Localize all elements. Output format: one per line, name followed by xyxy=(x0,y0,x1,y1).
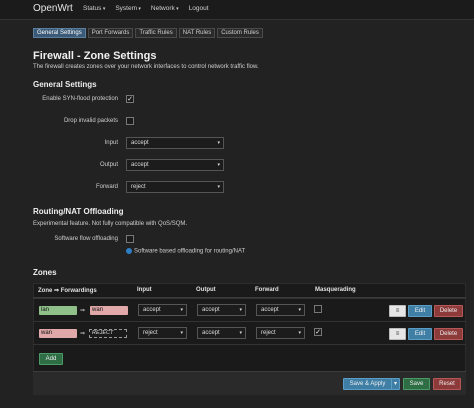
chevron-down-icon: ▾ xyxy=(217,140,220,146)
menu-status[interactable]: Status xyxy=(83,5,105,12)
general-settings-heading: General Settings xyxy=(33,80,97,89)
save-button[interactable]: Save xyxy=(403,378,430,390)
output-policy-label: Output xyxy=(99,162,118,168)
zones-table-header: Zone ⇒ Forwardings Input Output Forward … xyxy=(33,283,466,298)
col-input: Input xyxy=(137,287,152,293)
chevron-down-icon: ▾ xyxy=(180,330,183,336)
sw-offload-checkbox[interactable] xyxy=(126,235,134,243)
add-zone-button[interactable]: Add xyxy=(39,353,63,365)
sw-offload-note: Software based offloading for routing/NA… xyxy=(126,248,245,255)
check-icon: ✓ xyxy=(127,95,133,103)
menu-network[interactable]: Network xyxy=(151,5,179,12)
input-policy-select[interactable]: accept ▾ xyxy=(126,137,224,149)
col-forward: Forward xyxy=(255,287,279,293)
drag-handle[interactable]: ≡ xyxy=(389,305,406,317)
zone-lan-forward-select[interactable]: accept ▾ xyxy=(256,304,305,316)
col-masquerading: Masquerading xyxy=(315,287,356,293)
info-icon xyxy=(126,248,132,254)
input-policy-value: accept xyxy=(131,140,149,146)
action-footer: Save & Apply ▾ Save Reset xyxy=(33,371,466,395)
chevron-down-icon: ▾ xyxy=(180,307,183,313)
syn-flood-checkbox[interactable]: ✓ xyxy=(126,95,134,103)
tab-general-settings[interactable]: General Settings xyxy=(33,28,86,38)
chevron-down-icon: ▾ xyxy=(298,330,301,336)
zones-heading: Zones xyxy=(33,268,57,277)
forward-policy-select[interactable]: reject ▾ xyxy=(126,181,224,193)
zone-wan-masq-checkbox[interactable]: ✓ xyxy=(314,328,322,336)
zone-wan-output-value: accept xyxy=(202,330,220,336)
chevron-down-icon: ▾ xyxy=(217,162,220,168)
tab-nat-rules[interactable]: NAT Rules xyxy=(178,28,216,38)
tab-traffic-rules[interactable]: Traffic Rules xyxy=(135,28,177,38)
row-divider xyxy=(33,344,466,345)
save-apply-dropdown-icon[interactable]: ▾ xyxy=(391,378,400,390)
output-policy-select[interactable]: accept ▾ xyxy=(126,159,224,171)
top-navbar: OpenWrt Status System Network Logout xyxy=(0,0,474,20)
brand-logo[interactable]: OpenWrt xyxy=(33,3,73,14)
check-icon: ✓ xyxy=(315,328,321,336)
offloading-heading: Routing/NAT Offloading xyxy=(33,207,124,216)
zone-lan-input-value: accept xyxy=(143,307,161,313)
chevron-down-icon: ▾ xyxy=(217,184,220,190)
zone-wan-chip: wan xyxy=(39,329,77,338)
page-title: Firewall - Zone Settings xyxy=(33,50,157,62)
drop-invalid-checkbox[interactable] xyxy=(126,117,134,125)
chevron-down-icon: ▾ xyxy=(239,330,242,336)
menu-logout[interactable]: Logout xyxy=(189,5,209,12)
zone-lan-forward-value: accept xyxy=(261,307,279,313)
zone-lan-output-select[interactable]: accept ▾ xyxy=(197,304,246,316)
zone-wan-input-value: reject xyxy=(143,330,158,336)
offloading-description: Experimental feature. Not fully compatib… xyxy=(33,221,188,227)
sw-offload-note-text: Software based offloading for routing/NA… xyxy=(134,248,246,255)
chevron-down-icon: ▾ xyxy=(239,307,242,313)
menu-system[interactable]: System xyxy=(115,5,141,12)
zone-wan-delete-button[interactable]: Delete xyxy=(434,328,463,340)
forward-policy-label: Forward xyxy=(95,184,118,190)
zone-wan-chip: wan xyxy=(90,306,128,315)
zone-lan-masq-checkbox[interactable] xyxy=(314,305,322,313)
zone-wan-forward-value: reject xyxy=(261,330,276,336)
col-output: Output xyxy=(196,287,216,293)
zone-wan-output-select[interactable]: accept ▾ xyxy=(197,327,246,339)
zone-lan-delete-button[interactable]: Delete xyxy=(434,305,463,317)
forward-policy-value: reject xyxy=(131,184,146,190)
zone-lan-edit-button[interactable]: Edit xyxy=(408,305,432,317)
output-policy-value: accept xyxy=(131,162,149,168)
input-policy-label: Input xyxy=(104,140,118,146)
tab-port-forwards[interactable]: Port Forwards xyxy=(87,28,134,38)
col-zone: Zone ⇒ Forwardings xyxy=(38,288,97,294)
row-divider xyxy=(33,321,466,322)
zone-wan-forward-select[interactable]: reject ▾ xyxy=(256,327,305,339)
save-apply-button[interactable]: Save & Apply xyxy=(343,378,392,390)
page-description: The firewall creates zones over your net… xyxy=(33,64,259,70)
syn-flood-label: Enable SYN-flood protection xyxy=(42,96,118,102)
forward-arrow-icon: ⇒ xyxy=(80,308,86,314)
reset-button[interactable]: Reset xyxy=(433,378,461,390)
zone-wan-input-select[interactable]: reject ▾ xyxy=(138,327,187,339)
tab-bar: General Settings Port Forwards Traffic R… xyxy=(33,28,263,38)
zone-lan-input-select[interactable]: accept ▾ xyxy=(138,304,187,316)
drag-handle[interactable]: ≡ xyxy=(389,328,406,340)
main-menu: Status System Network Logout xyxy=(83,5,209,12)
sw-offload-label: Software flow offloading xyxy=(54,236,118,242)
tab-custom-rules[interactable]: Custom Rules xyxy=(217,28,263,38)
zone-lan-output-value: accept xyxy=(202,307,220,313)
drop-invalid-label: Drop invalid packets xyxy=(63,118,118,124)
chevron-down-icon: ▾ xyxy=(298,307,301,313)
forward-arrow-icon: ⇒ xyxy=(80,331,86,337)
zone-wan-edit-button[interactable]: Edit xyxy=(408,328,432,340)
row-divider xyxy=(33,298,466,299)
zone-reject-target: REJECT xyxy=(89,329,127,338)
zone-lan-chip: lan xyxy=(39,306,77,315)
